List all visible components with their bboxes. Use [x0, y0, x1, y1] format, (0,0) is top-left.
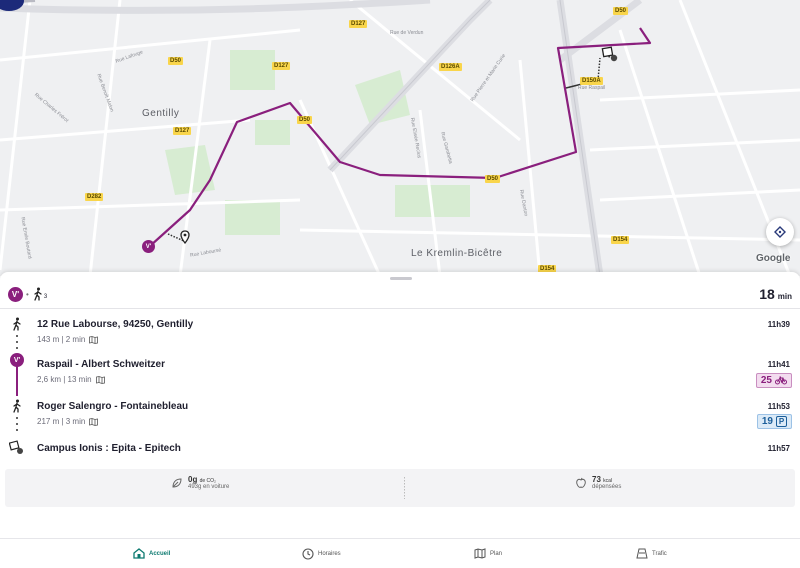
map-icon[interactable] [89, 417, 99, 426]
walk-dots [16, 335, 18, 353]
parking-icon: P [776, 416, 787, 427]
step-time: 11h53 [767, 402, 790, 411]
nav-label: Accueil [149, 550, 171, 557]
walk-icon [34, 287, 42, 301]
bottom-nav: Accueil Horaires Plan Trafic [0, 538, 800, 568]
nav-item-horaires[interactable]: Horaires [302, 548, 341, 560]
apple-icon [576, 477, 586, 488]
bikes-available: 25 [760, 375, 772, 386]
walk-icon [9, 316, 25, 332]
parking-availability-chip[interactable]: 19 P [756, 414, 792, 429]
duration-unit: min [777, 292, 792, 301]
destination-flag-icon [9, 440, 25, 456]
road-badge: D154 [611, 236, 630, 244]
step-details: 143 m | 2 min [37, 335, 99, 344]
place-label-gentilly: Gentilly [142, 108, 180, 119]
step-time: 11h39 [767, 320, 790, 329]
nav-label: Trafic [652, 550, 667, 557]
road-badge: D50 [613, 7, 629, 15]
street-label: Rue Raspail [578, 85, 606, 91]
step-title: Raspail - Albert Schweitzer [37, 359, 165, 370]
bike-mode-icon: V' [8, 286, 23, 302]
step-bike[interactable]: V' Raspail - Albert Schweitzer 2,6 km | … [0, 352, 800, 396]
road-badge: D150A [580, 77, 603, 85]
map-canvas[interactable] [0, 0, 800, 276]
road-badge: D127 [272, 62, 291, 70]
recenter-button[interactable] [766, 218, 794, 246]
step-title: Roger Salengro - Fontainebleau [37, 401, 189, 412]
bike-availability-chip[interactable]: 25 [755, 373, 792, 388]
recenter-icon [774, 226, 786, 238]
map-icon[interactable] [89, 335, 99, 344]
street-label: Rue de Verdun [390, 30, 424, 36]
step-details: 217 m | 3 min [37, 417, 99, 426]
itinerary-summary[interactable]: V' • 3 18 min [8, 284, 792, 304]
google-attribution: Google [756, 253, 791, 264]
clock-icon [302, 548, 314, 560]
step-details: 2,6 km | 13 min [37, 375, 105, 384]
map-icon[interactable] [95, 375, 105, 384]
nav-item-plan[interactable]: Plan [474, 548, 502, 559]
co2-value: 0g [188, 475, 198, 484]
road-badge: D50 [297, 116, 313, 124]
step-walk-origin[interactable]: 12 Rue Labourse, 94250, Gentilly 143 m |… [0, 316, 800, 356]
nav-label: Plan [490, 550, 503, 557]
co2-compare: 493g en voiture [188, 484, 230, 490]
start-pin-icon[interactable] [180, 230, 190, 244]
nav-label: Horaires [318, 551, 341, 557]
step-title: 12 Rue Labourse, 94250, Gentilly [37, 319, 194, 330]
road-badge: D126A [439, 63, 462, 71]
home-icon [133, 548, 145, 559]
road-badge: D127 [173, 127, 192, 135]
step-title: Campus Ionis : Epita - Epitech [37, 443, 181, 454]
step-distance-time: 143 m | 2 min [37, 335, 86, 344]
nav-item-trafic[interactable]: Trafic [636, 548, 667, 559]
destination-flag-icon[interactable] [601, 46, 619, 64]
map-icon [474, 548, 486, 559]
place-label-kremlin-bicetre: Le Kremlin-Bicêtre [411, 248, 503, 259]
step-distance-time: 2,6 km | 13 min [37, 375, 92, 384]
bike-station-start-icon[interactable]: V' [142, 240, 155, 253]
divider [0, 308, 800, 309]
drag-handle[interactable] [390, 277, 412, 280]
step-distance-time: 217 m | 3 min [37, 417, 86, 426]
road-badge: D50 [485, 175, 501, 183]
kcal-cell: 73 kcal dépensées [575, 475, 621, 490]
road-badge: D127 [349, 20, 368, 28]
bike-icon [775, 376, 787, 385]
road-badge: D282 [85, 193, 104, 201]
kcal-label: dépensées [592, 484, 622, 490]
walk-count: 3 [43, 294, 48, 300]
total-duration: 18 min [759, 286, 792, 302]
bike-segment-line [16, 366, 18, 396]
leaf-icon [172, 477, 182, 488]
nav-item-accueil[interactable]: Accueil [133, 548, 170, 559]
co2-cell: 0g de CO₂ 493g en voiture [171, 475, 229, 490]
itinerary-sheet: V' • 3 18 min 12 Rue Labourse, 94250, Ge… [0, 272, 800, 542]
separator-dot: • [26, 289, 29, 299]
docks-available: 19 [761, 416, 773, 427]
step-walk-final[interactable]: Roger Salengro - Fontainebleau 217 m | 3… [0, 398, 800, 438]
traffic-icon [636, 548, 648, 559]
road-badge: D50 [168, 57, 184, 65]
walk-dots [16, 417, 18, 435]
eco-divider [404, 477, 405, 499]
step-destination[interactable]: Campus Ionis : Epita - Epitech 11h57 [0, 440, 800, 462]
app: V' Gentilly Le Kremlin-Bicêtre D127 D50 … [0, 0, 800, 568]
step-time: 11h57 [767, 444, 790, 453]
duration-value: 18 [759, 286, 775, 302]
map-view[interactable]: V' Gentilly Le Kremlin-Bicêtre D127 D50 … [0, 0, 800, 276]
kcal-value: 73 [592, 475, 601, 484]
walk-icon [9, 398, 25, 414]
eco-summary: 0g de CO₂ 493g en voiture 73 kcal dépens… [5, 469, 795, 507]
step-time: 11h41 [767, 360, 790, 369]
